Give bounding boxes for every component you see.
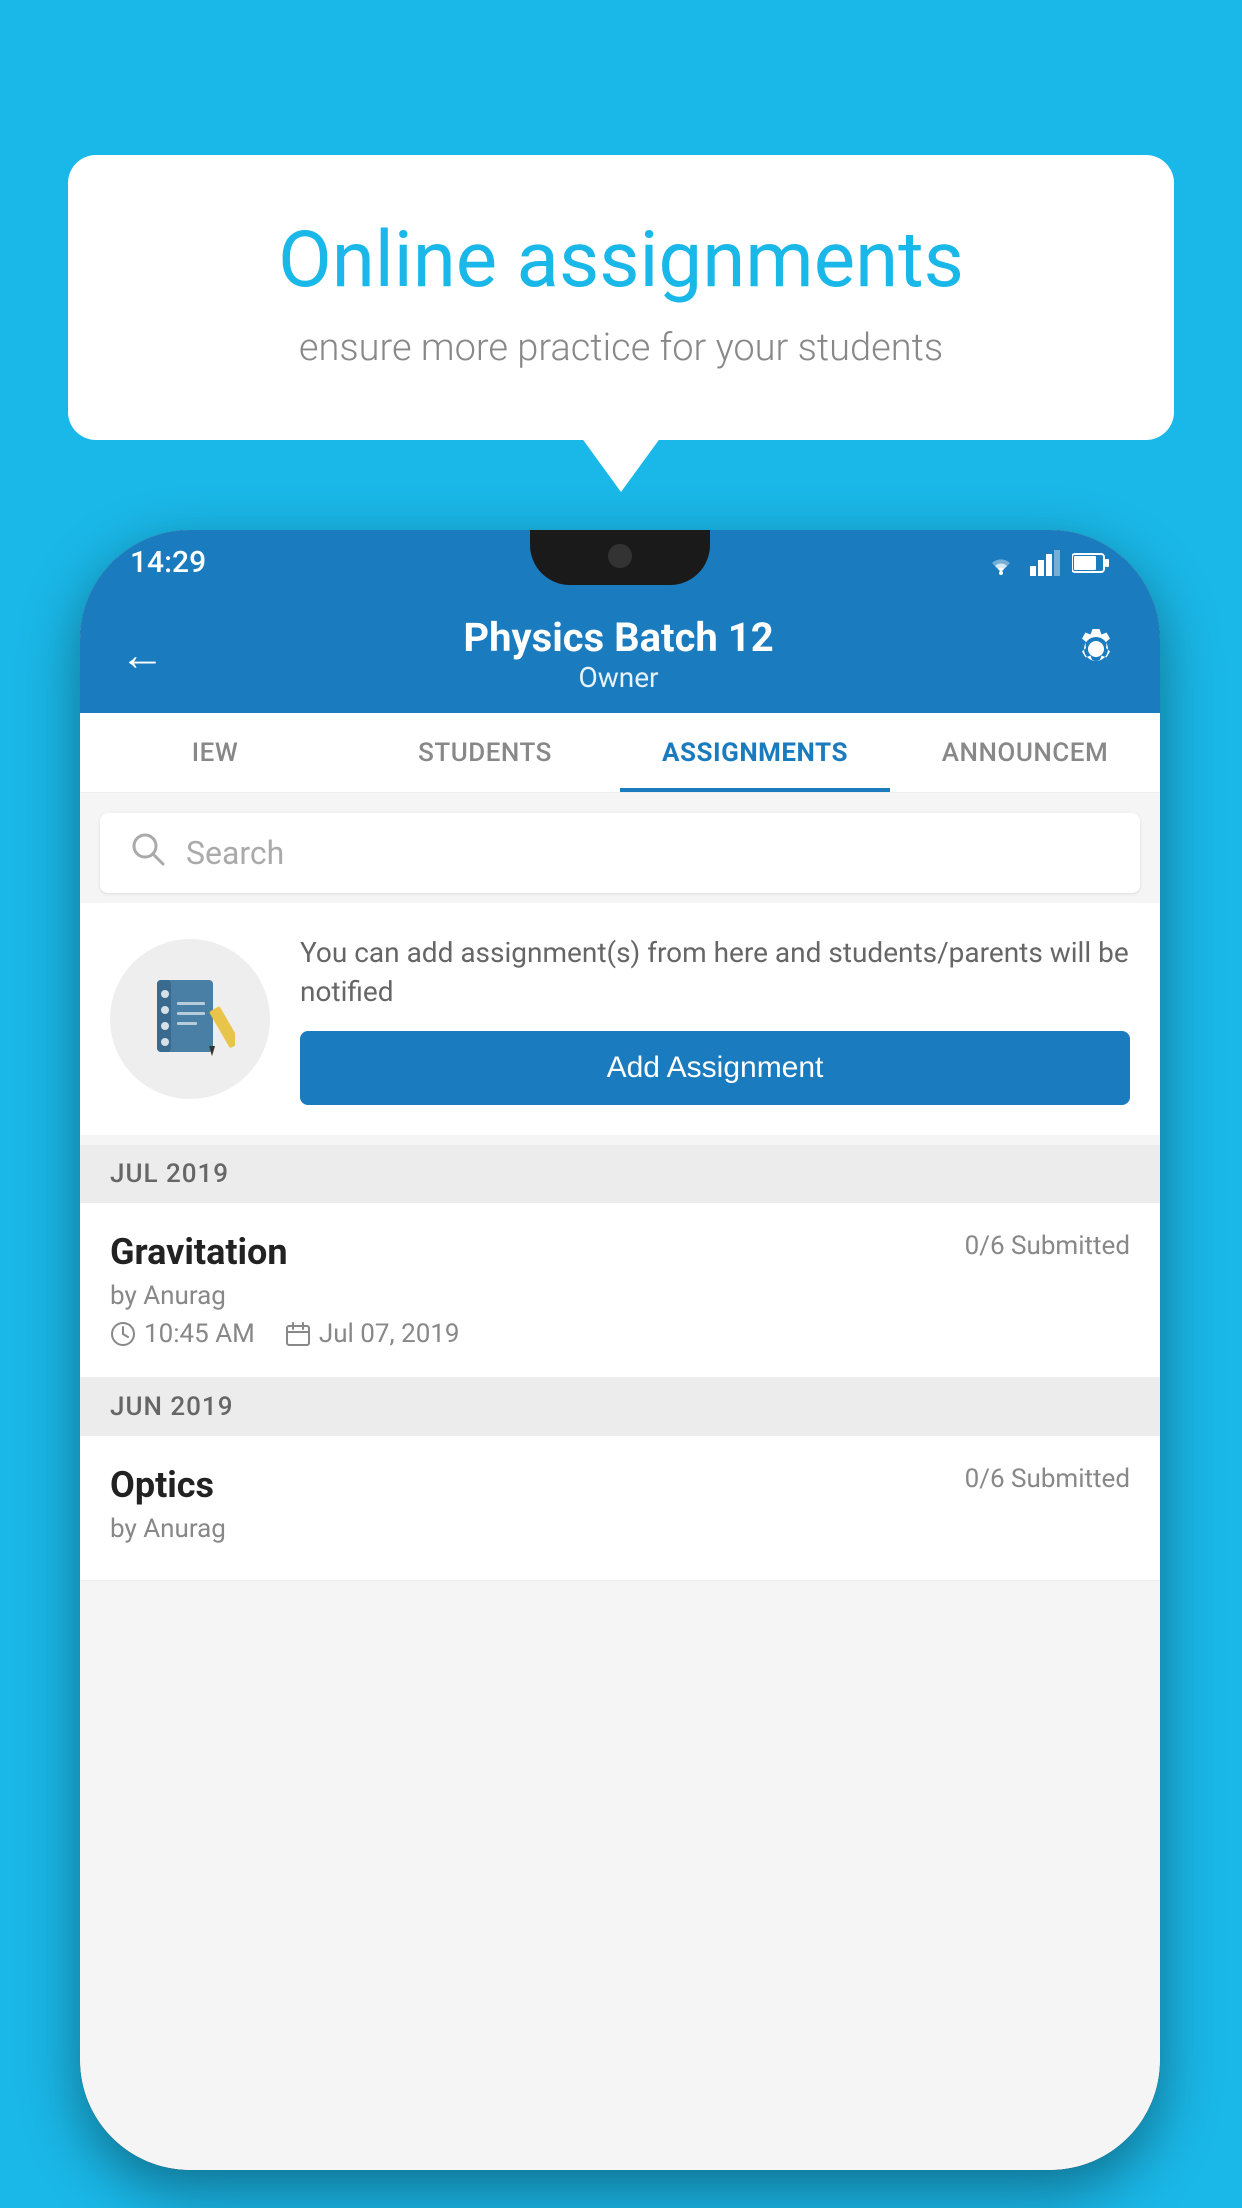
search-placeholder: Search xyxy=(186,834,284,872)
assignment-author-optics: by Anurag xyxy=(110,1514,1130,1544)
tab-assignments[interactable]: ASSIGNMENTS xyxy=(620,713,890,792)
assignment-name: Gravitation xyxy=(110,1231,288,1273)
speech-bubble: Online assignments ensure more practice … xyxy=(68,155,1174,440)
status-bar: 14:29 xyxy=(80,530,1160,595)
battery-icon xyxy=(1072,552,1110,574)
assignment-meta: 10:45 AM Jul 07, 2019 xyxy=(110,1319,1130,1349)
bubble-title: Online assignments xyxy=(148,215,1094,306)
section-header-jul: JUL 2019 xyxy=(80,1145,1160,1203)
search-icon xyxy=(130,831,166,876)
back-button[interactable]: ← xyxy=(120,628,165,681)
assignment-submitted-optics: 0/6 Submitted xyxy=(965,1464,1130,1494)
assignment-date: Jul 07, 2019 xyxy=(285,1319,460,1349)
wifi-icon xyxy=(984,550,1018,576)
assignment-item-optics[interactable]: Optics 0/6 Submitted by Anurag xyxy=(80,1436,1160,1581)
tab-iew[interactable]: IEW xyxy=(80,713,350,792)
calendar-icon xyxy=(285,1321,311,1347)
assignment-time: 10:45 AM xyxy=(110,1319,255,1349)
section-header-jun: JUN 2019 xyxy=(80,1378,1160,1436)
promo-description: You can add assignment(s) from here and … xyxy=(300,933,1130,1011)
notch xyxy=(530,530,710,585)
tab-students[interactable]: STUDENTS xyxy=(350,713,620,792)
camera xyxy=(608,544,632,568)
assignment-submitted: 0/6 Submitted xyxy=(965,1231,1130,1261)
assignment-name-optics: Optics xyxy=(110,1464,214,1506)
assignment-top-optics: Optics 0/6 Submitted xyxy=(110,1464,1130,1506)
phone-frame: 14:29 xyxy=(80,530,1160,2170)
header-title: Physics Batch 12 xyxy=(463,614,773,661)
assignment-top: Gravitation 0/6 Submitted xyxy=(110,1231,1130,1273)
app-body: Search xyxy=(80,793,1160,2170)
tabs: IEW STUDENTS ASSIGNMENTS ANNOUNCEM xyxy=(80,713,1160,793)
header-center: Physics Batch 12 Owner xyxy=(463,614,773,694)
promo-card: You can add assignment(s) from here and … xyxy=(80,903,1160,1135)
promo-icon-circle xyxy=(110,939,270,1099)
signal-icon xyxy=(1030,550,1060,576)
header-subtitle: Owner xyxy=(463,661,773,694)
bubble-subtitle: ensure more practice for your students xyxy=(148,326,1094,370)
notebook-icon xyxy=(145,972,235,1066)
status-icons xyxy=(984,550,1110,576)
search-bar[interactable]: Search xyxy=(100,813,1140,893)
status-time: 14:29 xyxy=(130,545,206,580)
assignment-author: by Anurag xyxy=(110,1281,1130,1311)
assignment-item-gravitation[interactable]: Gravitation 0/6 Submitted by Anurag 10:4… xyxy=(80,1203,1160,1378)
clock-icon xyxy=(110,1321,136,1347)
speech-bubble-container: Online assignments ensure more practice … xyxy=(68,155,1174,440)
settings-icon[interactable] xyxy=(1072,625,1120,684)
promo-text-area: You can add assignment(s) from here and … xyxy=(300,933,1130,1105)
screen-area: 14:29 xyxy=(80,530,1160,2170)
phone-inner: 14:29 xyxy=(80,530,1160,2170)
tab-announcements[interactable]: ANNOUNCEM xyxy=(890,713,1160,792)
app-header: ← Physics Batch 12 Owner xyxy=(80,595,1160,713)
add-assignment-button[interactable]: Add Assignment xyxy=(300,1031,1130,1105)
